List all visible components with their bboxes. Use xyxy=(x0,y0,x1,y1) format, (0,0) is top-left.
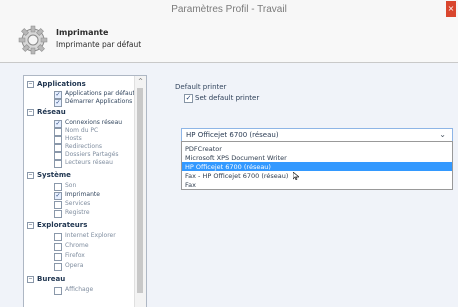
printer-option[interactable]: Fax xyxy=(182,180,452,189)
collapse-icon[interactable]: − xyxy=(27,172,34,179)
page-subtitle: Imprimante par défaut xyxy=(56,40,142,49)
tree-item-son[interactable]: Son xyxy=(54,182,134,191)
printer-select[interactable]: HP Officejet 6700 (réseau) ⌄ xyxy=(181,128,453,142)
settings-header: Imprimante Imprimante par défaut xyxy=(0,20,458,63)
checkbox[interactable] xyxy=(54,183,62,191)
checkbox[interactable] xyxy=(54,233,62,241)
checkbox[interactable] xyxy=(54,287,62,295)
tree-group-systeme[interactable]: − Système xyxy=(24,171,134,180)
tree-scrollbar[interactable]: ^ xyxy=(134,76,146,307)
tree-item-label: Son xyxy=(65,182,77,189)
scroll-thumb[interactable] xyxy=(137,88,143,293)
printer-option[interactable]: PDFCreator xyxy=(182,144,452,153)
checkbox[interactable] xyxy=(54,243,62,251)
tree-item-firefox[interactable]: Firefox xyxy=(54,252,134,261)
tree-item-label: Redirections xyxy=(65,143,103,150)
mouse-cursor-icon xyxy=(293,172,299,180)
settings-body: − Applications ✓ Applications par défaut… xyxy=(0,63,458,307)
checkbox[interactable] xyxy=(54,160,62,168)
tree-item-services[interactable]: Services xyxy=(54,200,134,209)
checkbox[interactable]: ✓ xyxy=(54,99,62,107)
scroll-up-icon[interactable]: ^ xyxy=(135,78,146,86)
tree-item-label: Firefox xyxy=(65,252,85,259)
collapse-icon[interactable]: − xyxy=(27,222,34,229)
tree-item-lecteurs-reseau[interactable]: Lecteurs réseau xyxy=(54,159,134,168)
collapse-icon[interactable]: − xyxy=(27,81,34,88)
printer-option-selected[interactable]: HP Officejet 6700 (réseau) xyxy=(182,162,452,171)
tree-group-label: Explorateurs xyxy=(37,221,88,229)
printer-dropdown-list: PDFCreator Microsoft XPS Document Writer… xyxy=(181,141,453,190)
title-bar: Paramètres Profil - Travail × xyxy=(0,0,458,21)
gear-icon xyxy=(18,25,48,55)
tree-item-label: Lecteurs réseau xyxy=(65,159,113,166)
close-button[interactable]: × xyxy=(446,1,456,17)
tree-item-imprimante[interactable]: ✓ Imprimante xyxy=(54,191,134,200)
tree-item-connexions-reseau[interactable]: ✓ Connexions réseau xyxy=(54,119,134,128)
tree-group-applications[interactable]: − Applications xyxy=(24,80,134,89)
tree-item-label: Hosts xyxy=(65,135,82,142)
window-title: Paramètres Profil - Travail xyxy=(171,4,287,15)
tree-group-label: Applications xyxy=(37,80,86,88)
collapse-icon[interactable]: − xyxy=(27,276,34,283)
tree-item-label: Affichage xyxy=(65,286,94,293)
tree-item-label: Services xyxy=(65,200,91,207)
checkbox[interactable] xyxy=(54,263,62,271)
checkbox[interactable] xyxy=(54,210,62,218)
tree-group-label: Réseau xyxy=(37,108,66,116)
chevron-down-icon[interactable]: ⌄ xyxy=(439,130,446,139)
tree-group-label: Système xyxy=(37,171,71,179)
tree-item-nom-du-pc[interactable]: Nom du PC xyxy=(54,127,134,136)
printer-option[interactable]: Fax - HP Officejet 6700 (réseau) xyxy=(182,171,452,180)
tree-item-affichage[interactable]: Affichage xyxy=(54,286,134,295)
tree-item-opera[interactable]: Opera xyxy=(54,262,134,271)
tree-item-label: Imprimante xyxy=(65,191,100,198)
tree-item-label: Dossiers Partagés xyxy=(65,151,119,158)
tree-group-explorateurs[interactable]: − Explorateurs xyxy=(24,221,134,230)
printer-settings: Default printer ✓ Set default printer HP… xyxy=(170,83,455,190)
checkbox[interactable] xyxy=(54,201,62,209)
settings-window: Paramètres Profil - Travail × Imprimante… xyxy=(0,0,458,307)
collapse-icon[interactable]: − xyxy=(27,109,34,116)
tree-item-label: Applications par défaut xyxy=(65,90,135,97)
set-default-label[interactable]: Set default printer xyxy=(195,94,259,102)
tree-item-demarrer-applications[interactable]: ✓ Démarrer Applications xyxy=(54,98,134,107)
tree-item-hosts[interactable]: Hosts xyxy=(54,135,134,144)
default-printer-heading: Default printer xyxy=(175,83,227,91)
tree-item-label: Opera xyxy=(65,262,84,269)
tree-item-label: Chrome xyxy=(65,242,89,249)
tree-item-internet-explorer[interactable]: Internet Explorer xyxy=(54,232,134,241)
settings-tree: − Applications ✓ Applications par défaut… xyxy=(23,75,147,307)
tree-item-registre[interactable]: Registre xyxy=(54,209,134,218)
printer-option[interactable]: Microsoft XPS Document Writer xyxy=(182,153,452,162)
tree-item-redirections[interactable]: Redirections xyxy=(54,143,134,152)
tree-item-chrome[interactable]: Chrome xyxy=(54,242,134,251)
tree-item-dossiers-partages[interactable]: Dossiers Partagés xyxy=(54,151,134,160)
tree-item-applications-par-defaut[interactable]: ✓ Applications par défaut xyxy=(54,90,135,99)
tree-group-reseau[interactable]: − Réseau xyxy=(24,108,134,117)
tree-group-bureau[interactable]: − Bureau xyxy=(24,275,134,284)
checkbox[interactable]: ✓ xyxy=(54,192,62,200)
tree-item-label: Internet Explorer xyxy=(65,232,116,239)
page-title: Imprimante xyxy=(56,28,109,37)
tree-item-label: Registre xyxy=(65,209,90,216)
tree-group-label: Bureau xyxy=(37,275,66,283)
tree-item-label: Connexions réseau xyxy=(65,119,123,126)
selected-printer: HP Officejet 6700 (réseau) xyxy=(186,131,279,139)
set-default-checkbox[interactable]: ✓ xyxy=(184,94,193,103)
tree-item-label: Nom du PC xyxy=(65,127,99,134)
tree-item-label: Démarrer Applications xyxy=(65,98,133,105)
checkbox[interactable] xyxy=(54,253,62,261)
